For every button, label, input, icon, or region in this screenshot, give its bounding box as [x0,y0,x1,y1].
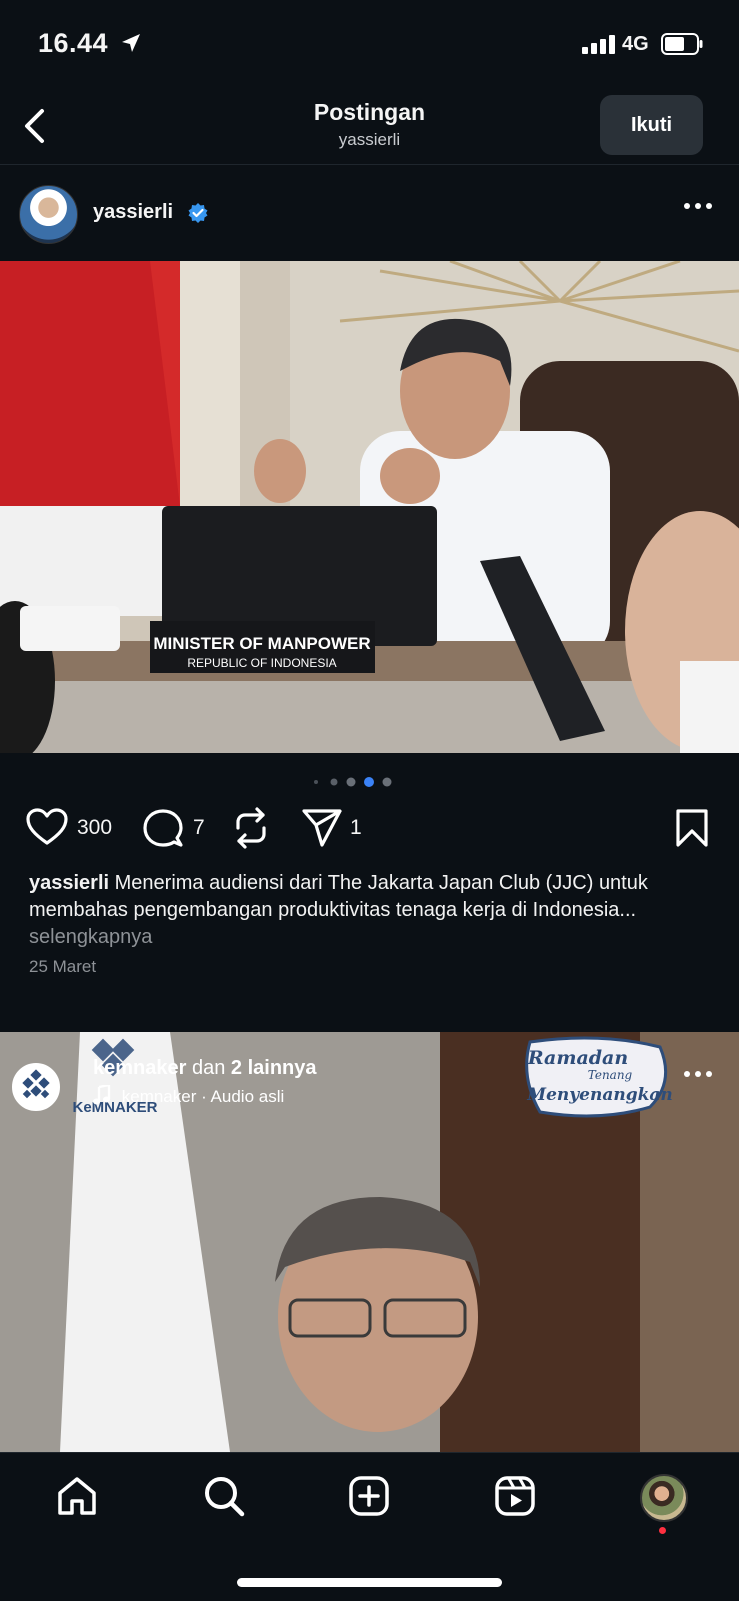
comment-count[interactable]: 7 [193,816,205,840]
location-arrow-icon [122,34,140,52]
caption-text: Menerima audiensi dari The Jakarta Japan… [29,872,648,921]
reel-others-prefix: dan [191,1057,226,1079]
verified-badge-icon [188,203,208,223]
share-icon[interactable] [301,808,343,848]
repost-icon[interactable] [230,806,272,850]
reel-audio-user: kemnaker [121,1087,197,1106]
like-count[interactable]: 300 [77,816,112,840]
avatar[interactable] [19,185,78,244]
reel-others[interactable]: 2 lainnya [231,1057,317,1079]
bookmark-icon[interactable] [675,808,709,848]
reel-banner-3: Menyenangkan [526,1085,672,1105]
reel-username[interactable]: kemnaker [93,1057,186,1079]
post-caption: yassierli Menerima audiensi dari The Jak… [29,870,719,951]
carousel-indicator [314,777,392,787]
profile-avatar[interactable] [640,1474,688,1522]
notification-dot [659,1527,666,1534]
home-indicator [237,1578,502,1587]
create-icon[interactable] [348,1475,390,1517]
reel-avatar[interactable] [12,1063,60,1111]
caption-username[interactable]: yassierli [29,872,109,894]
reel-audio-line[interactable]: kemnaker · Audio asli [93,1083,285,1107]
reel-audio-label: · Audio asli [201,1087,285,1106]
post-image[interactable]: MINISTER OF MANPOWER REPUBLIC OF INDONES… [0,261,739,753]
post-username[interactable]: yassierli [93,201,173,224]
comment-icon[interactable] [143,808,183,848]
home-icon[interactable] [56,1475,98,1517]
battery-icon [661,33,703,55]
cellular-signal-icon [582,35,615,54]
status-time: 16.44 [38,28,109,58]
reel-more-options-icon[interactable] [683,1068,713,1080]
nameplate-title: MINISTER OF MANPOWER [153,634,370,653]
more-options-icon[interactable] [683,200,713,212]
follow-button[interactable]: Ikuti [600,95,703,155]
nameplate-subtitle: REPUBLIC OF INDONESIA [187,656,336,670]
see-more-link[interactable]: selengkapnya [29,926,152,948]
post-date: 25 Maret [29,957,97,976]
heart-icon[interactable] [26,808,68,846]
reels-icon[interactable] [494,1475,536,1517]
reel-banner-2: Tenang [588,1068,633,1082]
music-note-icon [93,1083,111,1105]
search-icon[interactable] [203,1475,245,1517]
share-count[interactable]: 1 [350,816,362,840]
reel-user-line: kemnaker dan 2 lainnya [93,1057,317,1080]
reel-banner-1: Ramadan [527,1047,628,1069]
network-type: 4G [622,33,649,55]
